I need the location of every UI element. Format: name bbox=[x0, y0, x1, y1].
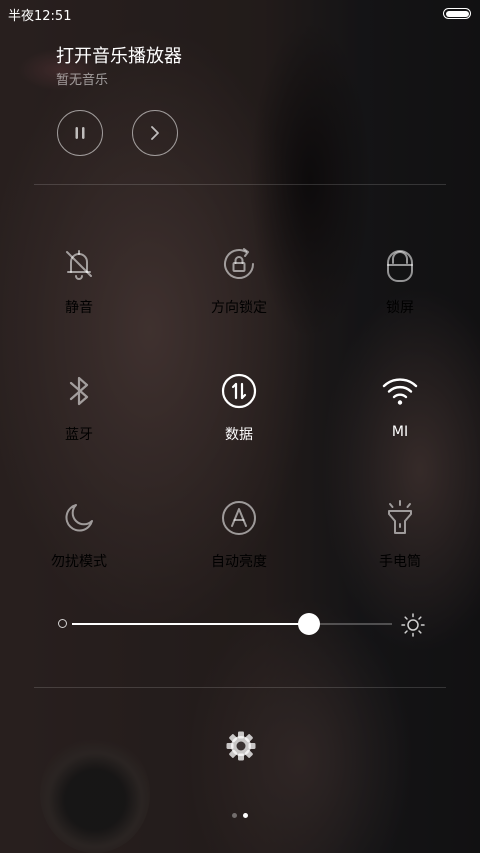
next-track-button[interactable] bbox=[132, 110, 178, 156]
moon-icon bbox=[59, 498, 99, 538]
mobile-data-icon bbox=[219, 371, 259, 411]
wifi-icon bbox=[380, 371, 420, 411]
music-status: 暂无音乐 bbox=[56, 73, 109, 88]
brightness-slider-thumb[interactable] bbox=[297, 613, 320, 635]
toggle-do-not-disturb[interactable]: 勿扰模式 bbox=[19, 498, 139, 578]
brightness-slider[interactable] bbox=[72, 623, 392, 625]
toggle-label: 静音 bbox=[65, 300, 93, 316]
pause-icon bbox=[75, 127, 85, 139]
toggle-label: 蓝牙 bbox=[65, 427, 93, 443]
toggle-bluetooth[interactable]: 蓝牙 bbox=[19, 371, 139, 451]
toggle-label: MI bbox=[391, 424, 409, 440]
sun-icon bbox=[401, 613, 425, 637]
rotation-lock-icon bbox=[219, 244, 259, 284]
toggle-lock-screen[interactable]: 锁屏 bbox=[340, 244, 460, 324]
lock-icon bbox=[380, 244, 420, 284]
toggle-wifi[interactable]: MI bbox=[340, 371, 460, 451]
battery-icon bbox=[443, 8, 471, 19]
divider bbox=[34, 184, 446, 185]
toggle-label: 自动亮度 bbox=[211, 554, 267, 570]
gear-icon[interactable] bbox=[225, 730, 257, 762]
toggle-label: 勿扰模式 bbox=[51, 554, 107, 570]
divider bbox=[34, 687, 446, 688]
bell-off-icon bbox=[59, 244, 99, 284]
brightness-fill bbox=[72, 623, 309, 625]
toggle-silent[interactable]: 静音 bbox=[19, 244, 139, 324]
toggle-label: 锁屏 bbox=[386, 300, 414, 316]
toggle-label: 手电筒 bbox=[379, 554, 421, 570]
page-indicator-dot bbox=[232, 813, 237, 818]
status-time: 半夜12:51 bbox=[8, 9, 72, 24]
toggle-rotation-lock[interactable]: 方向锁定 bbox=[179, 244, 299, 324]
notification-shade: 半夜12:51 打开音乐播放器 暂无音乐 静音 方向锁定 锁屏 蓝牙 数据 MI… bbox=[0, 0, 480, 853]
toggle-label: 数据 bbox=[225, 427, 253, 443]
chevron-right-icon bbox=[151, 126, 159, 140]
page-indicator-dot-active bbox=[243, 813, 248, 818]
flashlight-icon bbox=[380, 498, 420, 538]
music-player-title[interactable]: 打开音乐播放器 bbox=[56, 42, 182, 68]
bluetooth-icon bbox=[59, 371, 99, 411]
auto-brightness-icon bbox=[219, 498, 259, 538]
toggle-label: 方向锁定 bbox=[211, 300, 267, 316]
toggle-mobile-data[interactable]: 数据 bbox=[179, 371, 299, 451]
toggle-auto-brightness[interactable]: 自动亮度 bbox=[179, 498, 299, 578]
play-pause-button[interactable] bbox=[57, 110, 103, 156]
toggle-flashlight[interactable]: 手电筒 bbox=[340, 498, 460, 578]
brightness-low-icon bbox=[58, 619, 67, 628]
battery-level bbox=[445, 10, 469, 17]
